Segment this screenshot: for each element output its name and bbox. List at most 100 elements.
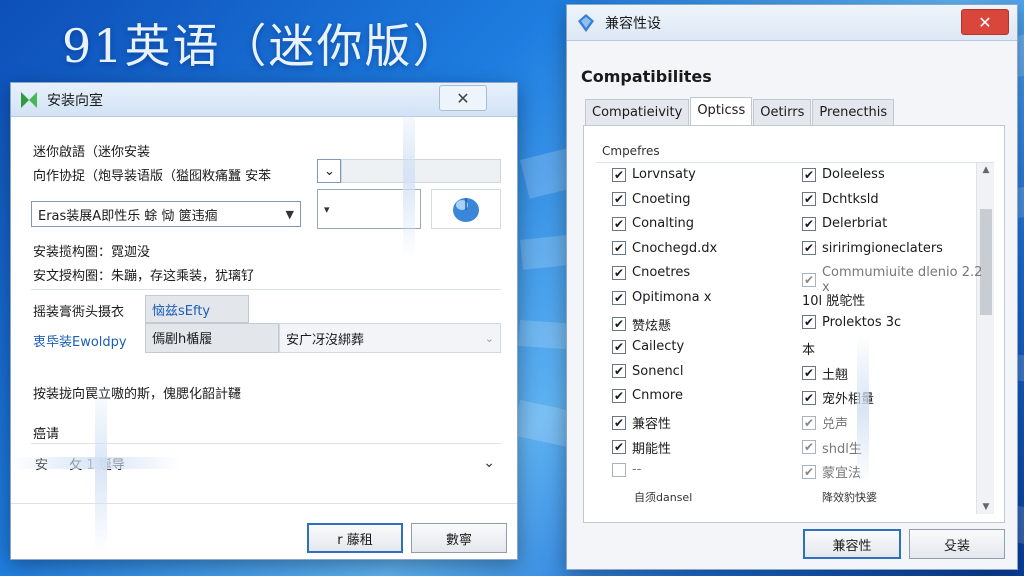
checkbox-checked-icon[interactable]: ✔ (612, 290, 626, 305)
close-icon: ✕ (978, 12, 992, 32)
checkbox-checked-icon[interactable]: ✔ (802, 241, 816, 256)
scroll-thumb[interactable] (980, 209, 992, 315)
checkbox-item[interactable]: ✔ Delerbriat (802, 216, 887, 231)
checkbox-checked-icon[interactable]: ✔ (612, 317, 626, 332)
checkbox-item[interactable]: -- (612, 462, 641, 477)
row1-field[interactable]: 恼兹sEfty (145, 295, 249, 323)
scroll-down-icon[interactable]: ▼ (977, 502, 995, 512)
checkbox-item[interactable]: ✔ Conalting (612, 216, 694, 231)
row2-label-link[interactable]: 衷氒装Ewoldpy (33, 331, 127, 350)
mouse-icon (453, 198, 479, 222)
checkbox-label: 10l 脱鸵性 (802, 294, 866, 309)
checkbox-checked-icon[interactable]: ✔ (802, 192, 816, 207)
checkbox-item[interactable]: ✔ Lorvnsaty (612, 167, 696, 182)
close-icon: ✕ (456, 88, 470, 108)
checkbox-item[interactable]: ✔ Sonencl (612, 364, 683, 379)
row2-field[interactable]: 傿剧h楯履 (145, 323, 279, 353)
checkbox-label: Cnochegd.dx (632, 240, 718, 256)
checkbox-label: Opitimona x (632, 290, 712, 305)
checkbox-label: 兑声 (822, 417, 849, 432)
section-label: 癌请 (33, 427, 60, 442)
checkbox-checked-icon[interactable]: ✔ (802, 440, 816, 455)
option-field[interactable] (341, 159, 501, 183)
checkbox-item[interactable]: ✔ Cnmore (612, 388, 683, 403)
row2-dropdown-value: 安广冴沒綁葬 (286, 332, 365, 348)
checkbox-checked-icon[interactable]: ✔ (612, 192, 626, 207)
checkbox-checked-icon[interactable]: ✔ (802, 366, 816, 381)
checkbox-item[interactable]: ✔ 赞炫懸 (612, 315, 671, 334)
checkbox-checked-icon[interactable]: ✔ (802, 315, 816, 330)
options-toggle[interactable]: ⌄ (317, 159, 341, 183)
checkbox-item[interactable]: ✔ 兼容性 (612, 413, 671, 432)
checkbox-item[interactable]: 本 (802, 339, 815, 358)
checkbox-checked-icon[interactable]: ✔ (802, 167, 816, 182)
row2-chevron-icon: ⌄ (484, 331, 494, 345)
divider (31, 289, 501, 290)
checkbox-checked-icon[interactable]: ✔ (802, 216, 816, 231)
glare-streak (857, 335, 869, 485)
checkbox-checked-icon[interactable]: ✔ (612, 415, 626, 430)
checkbox-checked-icon[interactable]: ✔ (802, 273, 816, 288)
checkbox-item[interactable]: ✔ Cailecty (612, 339, 684, 354)
close-button[interactable]: ✕ (439, 85, 487, 111)
checkbox-checked-icon[interactable]: ✔ (802, 415, 816, 430)
background-title: 91英语（迷你版） (62, 19, 461, 73)
checkbox-checked-icon[interactable]: ✔ (802, 464, 816, 479)
window-title: 安装向室 (47, 92, 103, 109)
info-line-2: 安文授构圈：朱蹦，存这乘装，犹璃钌 (33, 269, 255, 284)
checkbox-checked-icon[interactable]: ✔ (802, 390, 816, 405)
intro-line-1: 迷你啟語（迷你安装 (33, 145, 151, 160)
checkbox-label: Conalting (632, 216, 695, 232)
checkbox-checked-icon[interactable]: ✔ (612, 216, 626, 231)
checkbox-item[interactable]: ✔ Cnochegd.dx (612, 241, 717, 256)
checkbox-label: 赞炫懸 (632, 318, 672, 334)
glare-streak (403, 97, 415, 257)
checkbox-item[interactable]: ✔ 期能性 (612, 438, 671, 457)
info-line-1: 安装揽构圈：霓迦没 (33, 245, 151, 260)
vertical-scrollbar[interactable]: ▲ ▼ (976, 163, 994, 514)
checkbox-item[interactable]: ✔ Dchtksld (802, 192, 879, 207)
language-dropdown[interactable]: Eras装展A即性乐 蜍 恸 篋违痼 ▼ (31, 201, 301, 227)
checkbox-item[interactable]: ✔ Prolektos 3c (802, 315, 901, 330)
checkbox-item[interactable]: ✔ 土翹 (802, 364, 848, 383)
expand-chevron-icon: ⌄ (483, 455, 495, 471)
checkbox-checked-icon[interactable]: ✔ (612, 440, 626, 455)
checkbox-label: Cnoetres (632, 265, 691, 281)
checkbox-item[interactable]: ✔ 兑声 (802, 413, 848, 432)
checkbox-label: 本 (802, 343, 816, 359)
close-button[interactable]: ✕ (961, 9, 1009, 35)
row2-dropdown[interactable]: 安广冴沒綁葬 ⌄ (279, 323, 501, 353)
checkbox-empty-icon[interactable] (612, 462, 626, 477)
checkbox-item[interactable]: ✔ Cnoetres (612, 265, 690, 280)
secondary-button[interactable]: 殳装 (909, 529, 1005, 559)
apply-compat-button[interactable]: 兼容性 (803, 529, 901, 559)
checkbox-label: Delerbriat (822, 216, 888, 232)
mouse-icon-box[interactable] (431, 189, 501, 229)
checkbox-item[interactable]: ✔ Opitimona x (612, 290, 711, 305)
tab-properties[interactable]: Prenecthis (812, 99, 895, 128)
checkbox-item[interactable]: ✔ Doleeless (802, 167, 885, 182)
checkbox-item[interactable]: ✔ siririmgioneclaters (802, 241, 943, 256)
checkbox-item[interactable]: 10l 脱鸵性 (802, 290, 865, 309)
checkbox-checked-icon[interactable]: ✔ (612, 388, 626, 403)
compatibility-settings-window: 兼容性设 ✕ Compatibilites Compatieivity Opti… (566, 4, 1018, 570)
secondary-button[interactable]: 數寧 (411, 523, 507, 553)
checkbox-checked-icon[interactable]: ✔ (612, 364, 626, 379)
tab-compatibility[interactable]: Compatieivity (585, 99, 690, 128)
checkbox-item[interactable]: ✔ shdl生 (802, 438, 862, 457)
scroll-up-icon[interactable]: ▲ (977, 165, 995, 175)
checkbox-checked-icon[interactable]: ✔ (612, 241, 626, 256)
checkbox-label: Dchtksld (822, 191, 879, 207)
primary-button[interactable]: r 藤租 (307, 523, 403, 553)
tab-panel: Cmpefres ▲ ▼ ✔ Lorvnsaty ✔ Cnoeting ✔ Conalti… (583, 125, 1005, 523)
setup-wizard-window: 安装向室 ✕ 迷你啟語（迷你安装 向作协捉（炮导装语版（獈囮敉痛蠶 安苯 ⌄ E… (10, 82, 518, 560)
checkbox-checked-icon[interactable]: ✔ (612, 167, 626, 182)
checkbox-checked-icon[interactable]: ✔ (612, 339, 626, 354)
checkbox-item[interactable]: ✔ 蒙宜法 (802, 462, 861, 481)
tab-strip: Compatieivity Opticss Oetirrs Prenecthis (585, 97, 895, 128)
checkbox-item[interactable]: ✔ Cnoeting (612, 192, 690, 207)
tab-other[interactable]: Oetirrs (753, 99, 812, 128)
checkbox-checked-icon[interactable]: ✔ (612, 265, 626, 280)
tab-options[interactable]: Opticss (690, 97, 753, 126)
title-bar[interactable]: 兼容性设 (567, 5, 1017, 41)
